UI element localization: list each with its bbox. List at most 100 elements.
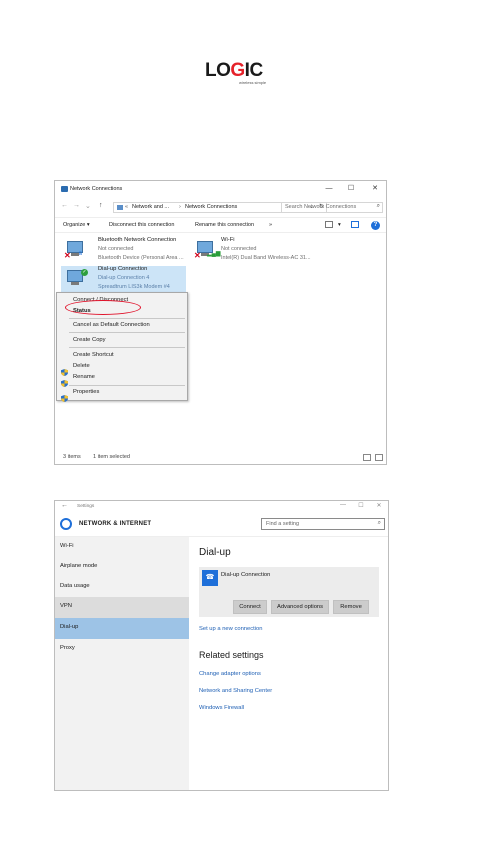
large-icons-view-icon[interactable] — [375, 454, 383, 461]
control-panel-icon — [117, 205, 123, 210]
recent-chevron-icon[interactable]: ⌄ — [85, 202, 91, 210]
details-view-icon[interactable] — [363, 454, 371, 461]
connection-name: Dial-up Connection — [98, 266, 148, 272]
windows-firewall-link[interactable]: Windows Firewall — [199, 705, 244, 711]
settings-header: NETWORK & INTERNET Find a setting ⌕ — [55, 513, 388, 537]
maximize-button[interactable]: ☐ — [345, 184, 357, 194]
section-title: Dial-up — [199, 547, 231, 558]
network-adapter-icon: ✕ ʙ — [64, 241, 85, 260]
sidebar-item-proxy[interactable]: Proxy — [55, 639, 189, 660]
selection-count: 1 item selected — [93, 454, 130, 460]
admin-shield-icon — [61, 389, 68, 402]
remove-button[interactable]: Remove — [333, 600, 369, 614]
search-placeholder: Search Network Connections — [285, 204, 357, 210]
view-dropdown-icon[interactable]: ▾ — [338, 222, 341, 228]
network-sharing-center-link[interactable]: Network and Sharing Center — [199, 688, 272, 694]
minimize-button[interactable]: — — [323, 184, 335, 194]
settings-main: Dial-up ☎ Dial-up Connection Connect Adv… — [189, 537, 388, 790]
breadcrumb-network-connections[interactable]: Network Connections — [185, 204, 237, 210]
menu-item-delete[interactable]: Delete — [73, 363, 90, 369]
sidebar-item-label: Data usage — [60, 583, 90, 589]
network-folder-icon — [61, 186, 68, 192]
default-check-icon: ✓ — [81, 269, 88, 276]
forward-arrow-icon[interactable]: → — [73, 202, 80, 209]
up-arrow-icon[interactable]: ↑ — [99, 202, 103, 209]
menu-divider — [69, 385, 185, 386]
setup-new-connection-link[interactable]: Set up a new connection — [199, 626, 263, 632]
menu-item-cancel-default[interactable]: Cancel as Default Connection — [73, 322, 150, 328]
connection-dialup[interactable]: ✓ Dial-up Connection Dial-up Connection … — [61, 266, 186, 294]
sidebar-item-label: Dial-up — [60, 624, 79, 630]
advanced-options-button[interactable]: Advanced options — [271, 600, 329, 614]
close-button[interactable]: ✕ — [369, 184, 381, 194]
preview-pane-icon[interactable] — [351, 221, 359, 228]
back-arrow-icon[interactable]: ← — [61, 502, 68, 509]
title-bar: Network Connections — ☐ ✕ — [55, 181, 386, 198]
rename-button[interactable]: Rename this connection — [195, 222, 254, 228]
command-bar: Organize ▾ Disconnect this connection Re… — [55, 217, 386, 233]
connect-button[interactable]: Connect — [233, 600, 267, 614]
admin-shield-icon — [61, 374, 68, 387]
sidebar-item-label: Wi-Fi — [60, 543, 74, 549]
dialup-connection-name: Dial-up Connection — [221, 572, 271, 578]
sidebar-item-wifi[interactable]: Wi-Fi — [55, 537, 189, 558]
menu-item-rename[interactable]: Rename — [73, 374, 95, 380]
title-bar: ← Settings — ☐ ✕ — [55, 501, 388, 513]
menu-item-create-copy[interactable]: Create Copy — [73, 337, 106, 343]
view-options-icon[interactable] — [325, 221, 333, 228]
close-button[interactable]: ✕ — [374, 502, 384, 509]
disconnected-x-icon: ✕ — [194, 251, 201, 260]
help-icon[interactable]: ? — [371, 221, 380, 230]
admin-shield-icon — [61, 363, 68, 376]
status-bar: 3 items 1 item selected — [55, 452, 386, 464]
connection-wifi[interactable]: ✕ ▂▄▆ Wi-Fi Not connected Intel(R) Dual … — [191, 237, 316, 265]
maximize-button[interactable]: ☐ — [356, 502, 366, 509]
gear-icon — [60, 518, 72, 530]
app-title: Settings — [77, 504, 95, 509]
related-settings-title: Related settings — [199, 650, 264, 660]
page-heading: NETWORK & INTERNET — [79, 521, 152, 527]
connection-name: Wi-Fi — [221, 237, 235, 243]
back-arrow-icon[interactable]: ← — [61, 202, 68, 209]
breadcrumb-separator: › — [179, 204, 181, 210]
sidebar-item-vpn[interactable]: VPN — [55, 597, 189, 618]
sidebar-item-airplane-mode[interactable]: Airplane mode — [55, 557, 189, 578]
sidebar-item-label: Proxy — [60, 645, 75, 651]
dialup-adapter-icon: ✓ — [65, 269, 88, 288]
disconnected-x-icon: ✕ — [64, 251, 71, 260]
find-setting-input[interactable]: Find a setting ⌕ — [261, 518, 385, 530]
change-adapter-options-link[interactable]: Change adapter options — [199, 671, 261, 677]
menu-item-create-shortcut[interactable]: Create Shortcut — [73, 352, 114, 358]
dialup-connection-card[interactable]: ☎ Dial-up Connection Connect Advanced op… — [199, 567, 379, 617]
bluetooth-icon: ʙ — [79, 251, 83, 257]
logo-tagline: wireless simple — [239, 80, 267, 85]
sidebar-item-data-usage[interactable]: Data usage — [55, 577, 189, 598]
sidebar-item-dialup[interactable]: Dial-up — [55, 618, 189, 639]
address-row: ← → ⌄ ↑ « Network and ... › Network Conn… — [55, 199, 386, 216]
breadcrumb-network-and[interactable]: Network and ... — [132, 204, 169, 210]
search-icon: ⌕ — [376, 203, 380, 209]
sidebar-item-label: Airplane mode — [60, 563, 98, 569]
connection-status: Dial-up Connection 4 — [98, 275, 150, 281]
connection-device: Intel(R) Dual Band Wireless-AC 31... — [221, 255, 311, 261]
disconnect-button[interactable]: Disconnect this connection — [109, 222, 174, 228]
minimize-button[interactable]: — — [338, 502, 348, 508]
organize-menu[interactable]: Organize ▾ — [63, 222, 90, 228]
connection-device: Spreadtrum LIS3k Modem #4 — [98, 284, 170, 290]
brand-logo: LOGIC wireless simple — [205, 60, 271, 88]
menu-divider — [69, 318, 185, 319]
connection-name: Bluetooth Network Connection — [98, 237, 177, 243]
connection-bluetooth[interactable]: ✕ ʙ Bluetooth Network Connection Not con… — [61, 237, 186, 265]
window-title: Network Connections — [70, 186, 123, 192]
connection-status: Not connected — [98, 246, 134, 252]
connection-device: Bluetooth Device (Personal Area ... — [98, 255, 184, 261]
more-commands-button[interactable]: » — [269, 222, 272, 228]
search-icon: ⌕ — [377, 520, 381, 526]
menu-divider — [69, 347, 185, 348]
dialup-connection-icon: ☎ — [202, 570, 218, 586]
search-input[interactable]: Search Network Connections ⌕ — [281, 202, 383, 213]
find-placeholder: Find a setting — [266, 521, 300, 527]
connection-status: Not connected — [221, 246, 257, 252]
menu-item-properties[interactable]: Properties — [73, 389, 99, 395]
breadcrumb-more[interactable]: « — [125, 204, 128, 210]
